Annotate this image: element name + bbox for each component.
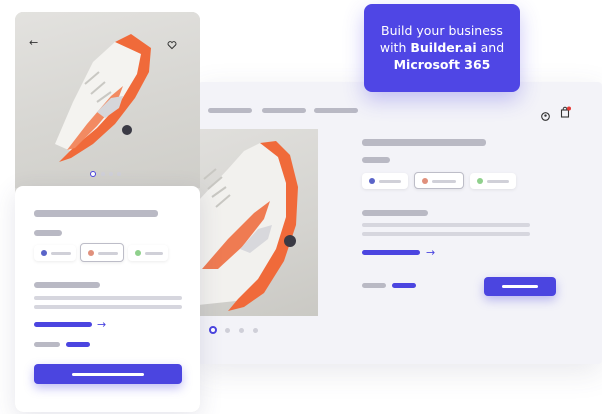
add-to-cart-button[interactable] xyxy=(484,277,556,296)
shopping-bag-icon[interactable] xyxy=(560,105,572,118)
promo-brand: Builder.ai xyxy=(410,40,477,55)
arrow-right-icon[interactable]: → xyxy=(426,247,435,258)
description-line-placeholder xyxy=(362,232,530,236)
swatch-label-placeholder xyxy=(487,180,509,183)
product-title-placeholder xyxy=(34,210,158,217)
color-option-red[interactable] xyxy=(80,243,124,262)
heart-icon[interactable] xyxy=(167,37,177,50)
product-title-placeholder xyxy=(362,139,486,146)
swatch-dot xyxy=(477,178,483,184)
swatch-dot xyxy=(369,178,375,184)
desktop-product-image xyxy=(198,129,318,316)
color-option-green[interactable] xyxy=(470,173,516,189)
carousel-dot-active[interactable] xyxy=(90,171,96,177)
read-more-link[interactable] xyxy=(34,322,92,327)
nav-link-placeholder[interactable] xyxy=(208,108,252,113)
description-line-placeholder xyxy=(34,305,182,309)
arrow-right-icon[interactable]: → xyxy=(97,319,106,330)
nav-link-placeholder[interactable] xyxy=(314,108,358,113)
carousel-dot-active[interactable] xyxy=(209,326,217,334)
marketing-canvas: → ← → Build your business with Builder.a… xyxy=(0,0,602,414)
promo-line-1: Build your business xyxy=(381,23,503,38)
description-heading-placeholder xyxy=(362,210,428,216)
color-option-blue[interactable] xyxy=(34,245,76,261)
color-option-blue[interactable] xyxy=(362,173,408,189)
carousel-dot[interactable] xyxy=(109,172,113,176)
swatch-dot xyxy=(41,250,47,256)
promo-line-2-prefix: with xyxy=(379,40,411,55)
promo-line-3: Microsoft 365 xyxy=(364,56,520,73)
color-option-green[interactable] xyxy=(128,245,168,261)
description-line-placeholder xyxy=(362,223,530,227)
carousel-dot[interactable] xyxy=(225,328,230,333)
swatch-label-placeholder xyxy=(379,180,401,183)
user-icon[interactable] xyxy=(541,108,550,121)
carousel-dot[interactable] xyxy=(239,328,244,333)
swatch-dot xyxy=(135,250,141,256)
button-label-placeholder xyxy=(502,285,538,288)
promo-badge: Build your business with Builder.ai and … xyxy=(364,4,520,92)
nav-link-placeholder[interactable] xyxy=(262,108,306,113)
promo-line-2-suffix: and xyxy=(476,40,505,55)
swatch-label-placeholder xyxy=(145,252,163,255)
promo-product: Microsoft 365 xyxy=(393,57,491,72)
price-new-placeholder xyxy=(66,342,90,347)
carousel-dot[interactable] xyxy=(117,172,121,176)
price-new-placeholder xyxy=(392,283,416,288)
promo-line-2: with Builder.ai and xyxy=(364,39,520,56)
swatch-dot xyxy=(422,178,428,184)
carousel-dot[interactable] xyxy=(253,328,258,333)
description-heading-placeholder xyxy=(34,282,100,288)
read-more-link[interactable] xyxy=(362,250,420,255)
description-line-placeholder xyxy=(34,296,182,300)
swatch-label-placeholder xyxy=(98,252,118,255)
price-old-placeholder xyxy=(34,342,60,347)
swatch-label-placeholder xyxy=(432,180,456,183)
back-arrow-icon[interactable]: ← xyxy=(29,37,38,48)
swatch-dot xyxy=(88,250,94,256)
color-option-red[interactable] xyxy=(414,172,464,189)
variant-label-placeholder xyxy=(34,230,62,236)
add-to-cart-button[interactable] xyxy=(34,364,182,384)
carousel-dot[interactable] xyxy=(101,172,105,176)
price-old-placeholder xyxy=(362,283,386,288)
button-label-placeholder xyxy=(72,373,144,376)
variant-label-placeholder xyxy=(362,157,390,163)
swatch-label-placeholder xyxy=(51,252,71,255)
